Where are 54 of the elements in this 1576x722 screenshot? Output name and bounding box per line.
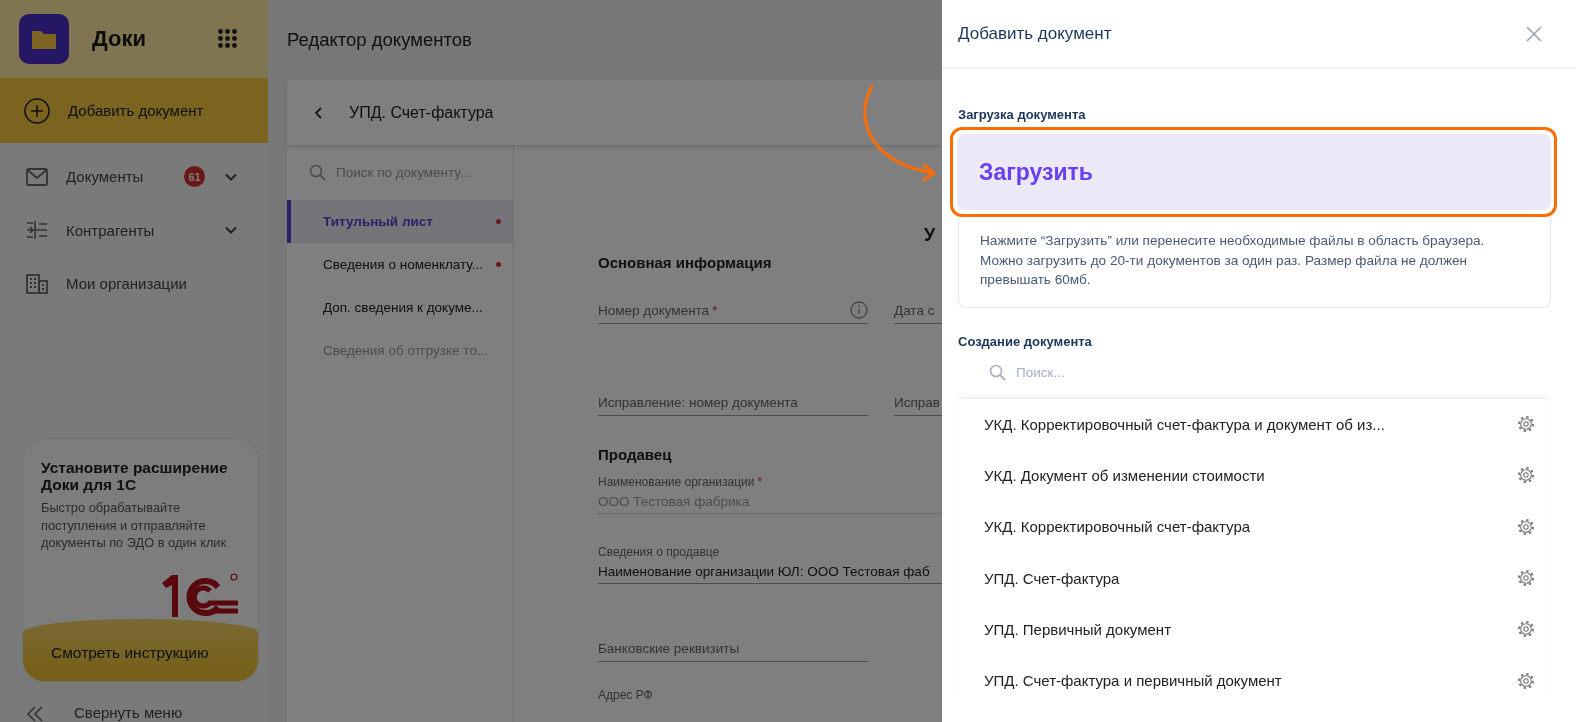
section-heading: Основная информация — [598, 253, 773, 273]
count-badge: 61 — [184, 166, 205, 188]
input-field[interactable]: Банковские реквизиты — [598, 635, 868, 662]
mail-icon — [26, 167, 48, 186]
input-field[interactable]: Исправление: номер документа — [598, 389, 868, 416]
nav-item[interactable]: Мои организации — [0, 257, 268, 311]
building-icon — [26, 273, 48, 294]
section-label: Создание документа — [958, 332, 1093, 351]
nav-item[interactable]: Контрагенты — [0, 203, 268, 257]
app-name: Доки — [92, 26, 146, 52]
promo-text: Быстро обрабатывайте поступления и отправляйте документы по ЭДО в один клик — [40, 499, 228, 552]
document-type-item[interactable]: УКД. Документ об изменении стоимости — [958, 449, 1551, 502]
nav-item[interactable]: Документы 61 — [0, 150, 268, 204]
apps-menu-icon[interactable] — [218, 29, 238, 49]
drawer-title: Добавить документ — [958, 23, 1112, 44]
add-document-button[interactable]: Добавить документ — [0, 78, 268, 143]
document-title: УПД. Счет-фактура — [349, 103, 494, 122]
document-type-item[interactable]: УКД. Корректировочный счет-фактура — [958, 501, 1551, 553]
section-item[interactable]: Титульный лист — [287, 200, 513, 243]
back-icon[interactable] — [313, 105, 325, 120]
close-icon[interactable] — [1526, 25, 1542, 42]
settings-icon[interactable] — [1517, 620, 1535, 639]
field-label: Сведения о продавце — [598, 544, 721, 560]
settings-icon[interactable] — [1517, 517, 1535, 536]
section-heading: Продавец — [598, 445, 673, 465]
contractors-icon — [26, 220, 48, 241]
page-title: Редактор документов — [287, 28, 473, 52]
instruction-button[interactable]: Смотреть инструкцию — [23, 619, 258, 681]
input-field[interactable]: Наименование организации ЮЛ: ООО Тестовая фаб — [598, 560, 942, 584]
app-logo — [19, 14, 69, 64]
section-label: Загрузка документа — [958, 106, 1087, 124]
field-label: Адрес РФ — [598, 687, 654, 703]
input-field[interactable]: Номер документа * — [598, 297, 868, 324]
search-icon — [989, 364, 1006, 381]
settings-icon[interactable] — [1517, 415, 1535, 434]
upload-hint: Нажмите “Загрузить” или перенесите необходимые файлы в область браузера. Можно загрузить до 20-ти документов за один раз. Размер файла не должен превышать 60мб. — [958, 217, 1551, 308]
field-label: Наименование организации * — [598, 474, 764, 490]
section-item[interactable]: Доп. сведения к докуме... — [287, 286, 513, 329]
document-type-item[interactable]: УКД. Корректировочный счет-фактура и документ об из... — [958, 398, 1551, 450]
section-item[interactable]: Сведения о номенклату... — [287, 243, 513, 286]
document-type-item[interactable]: УПД. Первичный документ — [958, 603, 1551, 655]
collapse-menu-button[interactable]: Свернуть меню — [0, 700, 268, 722]
search-field[interactable]: Поиск... — [1016, 365, 1216, 380]
upload-button[interactable]: Загрузить — [957, 134, 1551, 210]
promo-title: Установите расширение Доки для 1С — [40, 458, 229, 493]
settings-icon[interactable] — [1517, 569, 1535, 588]
search-icon — [309, 164, 326, 181]
double-chevron-left-icon — [26, 706, 44, 722]
document-type-item[interactable]: УПД. Счет-фактура и первичный документ — [958, 655, 1551, 707]
settings-icon[interactable] — [1517, 671, 1535, 690]
settings-icon[interactable] — [1517, 466, 1535, 485]
plus-circle-icon — [24, 97, 50, 124]
document-type-item[interactable]: УПД. Счет-фактура — [958, 552, 1551, 604]
form-title: У — [924, 224, 936, 247]
